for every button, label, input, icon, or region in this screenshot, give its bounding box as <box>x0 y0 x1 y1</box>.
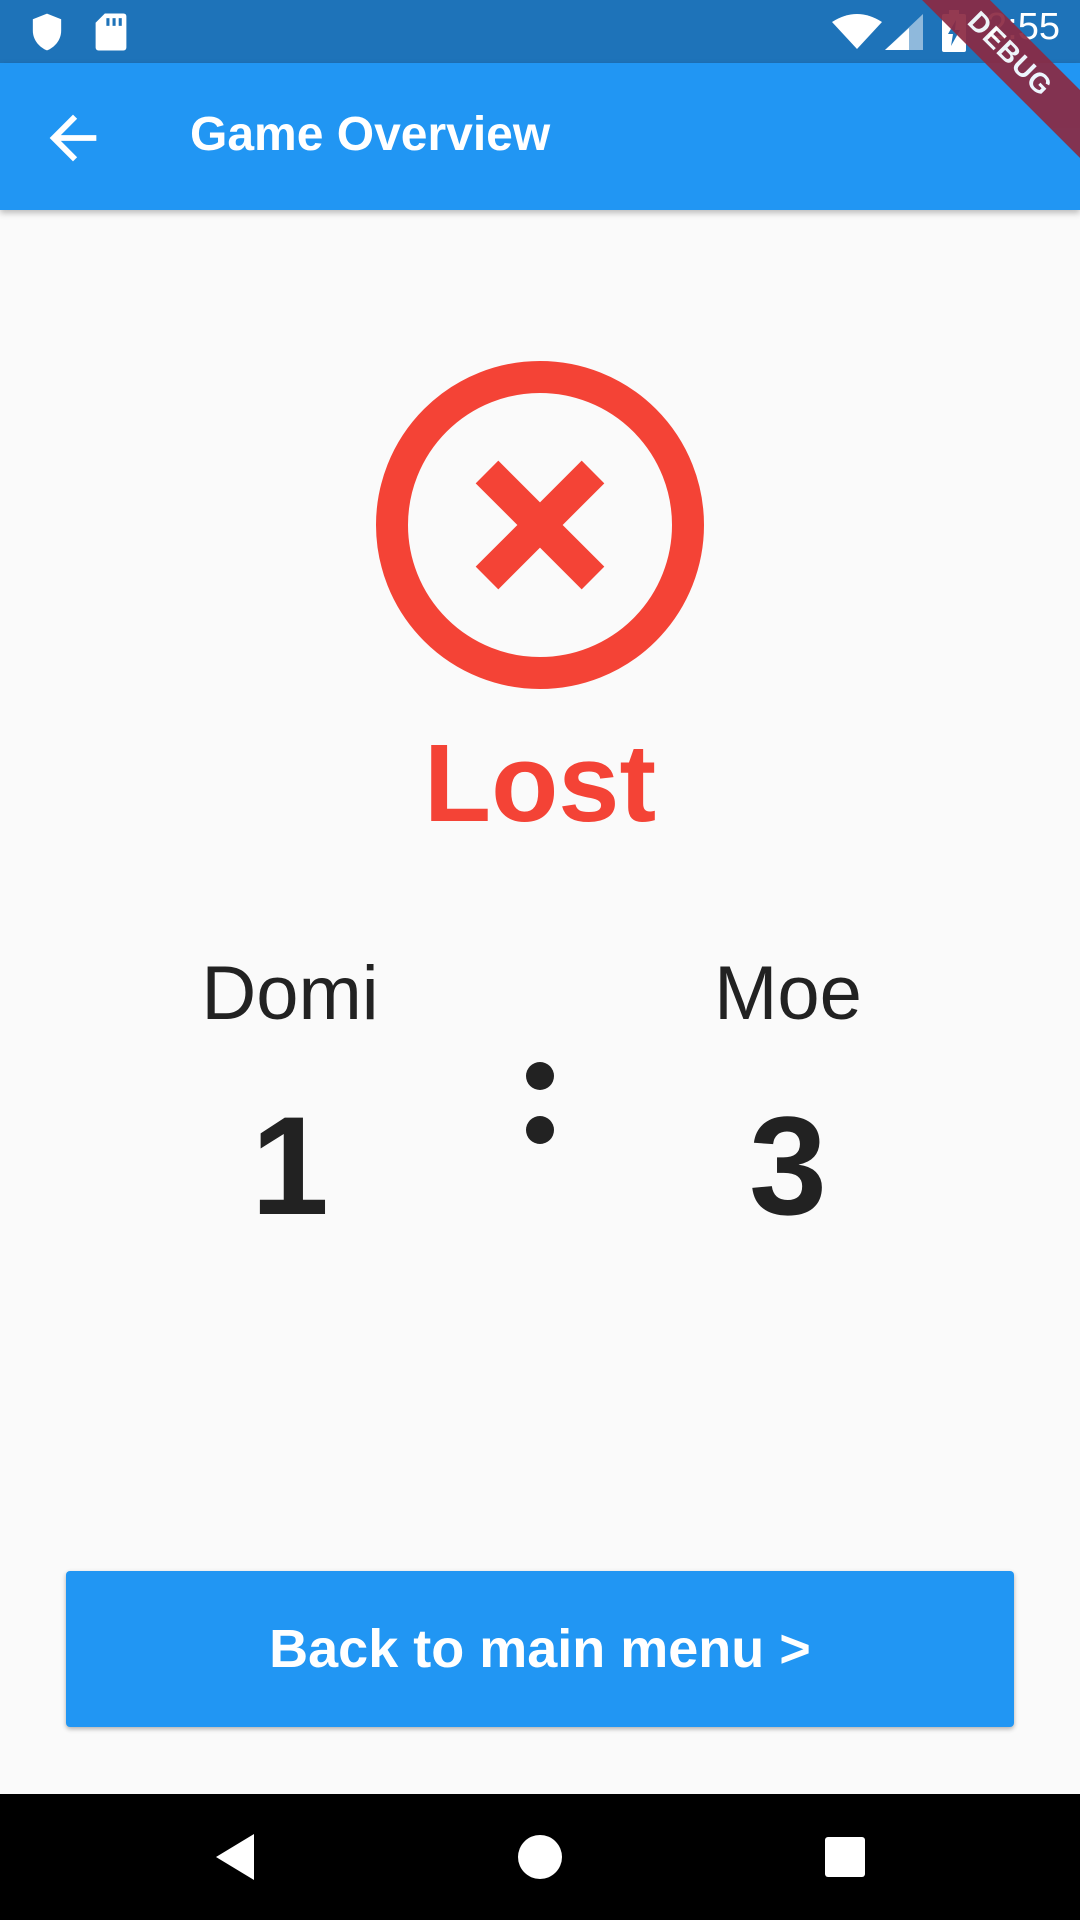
back-triangle-icon[interactable] <box>210 1830 264 1884</box>
score-separator <box>520 1060 560 1150</box>
cancel-circle-icon <box>375 360 705 690</box>
back-button[interactable] <box>38 103 108 173</box>
signal-icon <box>885 14 923 55</box>
arrow-back-icon <box>38 114 108 177</box>
back-to-main-menu-button[interactable]: Back to main menu > <box>66 1571 1014 1727</box>
player-two-name: Moe <box>714 951 862 1036</box>
page-title: Game Overview <box>190 108 551 161</box>
result-label: Lost <box>423 722 657 845</box>
recents-square-icon[interactable] <box>818 1830 872 1884</box>
player-one-score: 1 <box>251 1087 329 1244</box>
sd-card-icon <box>95 12 127 57</box>
status-bar: 2:55 <box>0 0 1080 63</box>
player-two-score: 3 <box>749 1087 827 1244</box>
player-one-name: Domi <box>201 951 379 1036</box>
home-circle-icon[interactable] <box>513 1830 567 1884</box>
navigation-bar <box>0 1794 1080 1920</box>
app-bar: Game Overview <box>0 63 1080 210</box>
shield-icon <box>30 12 64 57</box>
wifi-icon <box>832 14 882 55</box>
